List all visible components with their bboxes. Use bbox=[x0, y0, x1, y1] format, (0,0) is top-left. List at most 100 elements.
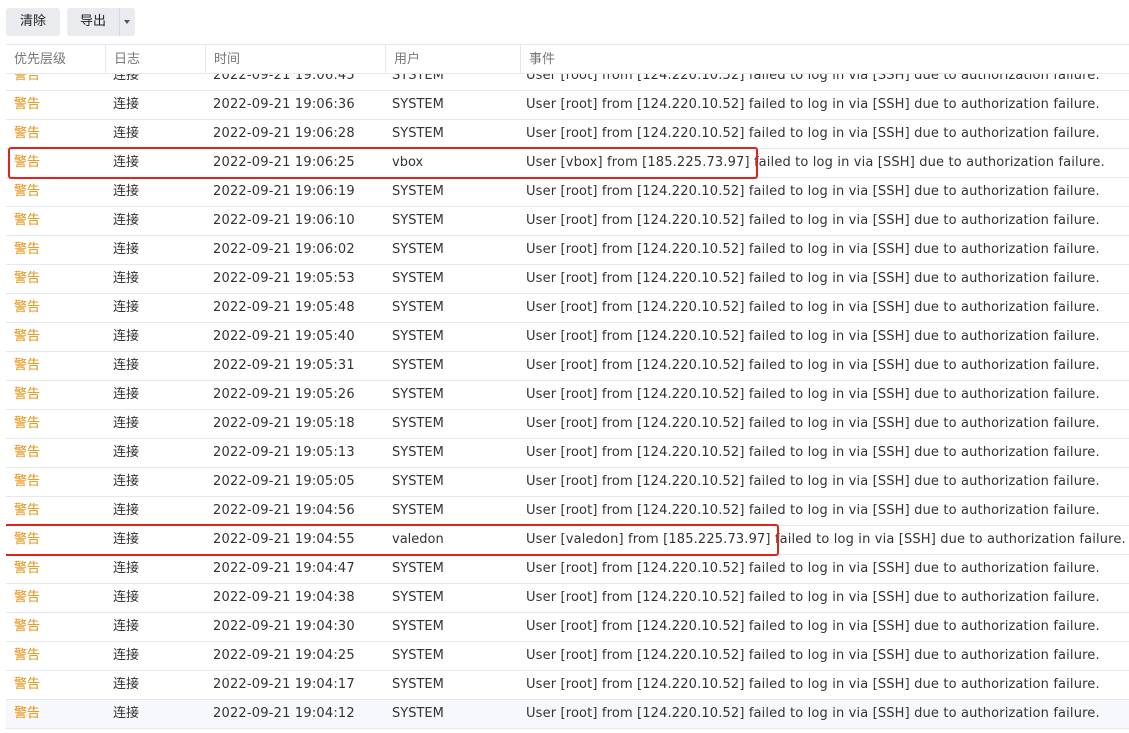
event-cell: User [root] from [124.220.10.52] failed … bbox=[526, 503, 1100, 518]
toolbar: 清除 导出 bbox=[0, 0, 1129, 44]
time-cell: 2022-09-21 19:06:02 bbox=[213, 242, 355, 257]
priority-cell: 警告 bbox=[14, 590, 41, 605]
event-cell: User [root] from [124.220.10.52] failed … bbox=[526, 416, 1100, 431]
event-cell: User [root] from [124.220.10.52] failed … bbox=[526, 561, 1100, 576]
user-cell: SYSTEM bbox=[392, 126, 444, 141]
column-header-time[interactable]: 时间 bbox=[205, 45, 385, 74]
priority-cell: 警告 bbox=[14, 213, 41, 228]
table-row[interactable]: 警告 连接 2022-09-21 19:04:56 SYSTEM User [root]… bbox=[6, 497, 1129, 526]
clear-button[interactable]: 清除 bbox=[6, 8, 60, 36]
user-cell: SYSTEM bbox=[392, 184, 444, 199]
time-cell: 2022-09-21 19:06:25 bbox=[213, 155, 355, 170]
table-row[interactable]: 警告 连接 2022-09-21 19:04:38 SYSTEM User [root]… bbox=[6, 584, 1129, 613]
event-cell: User [vbox] from [185.225.73.97] failed … bbox=[526, 155, 1105, 170]
event-cell: User [root] from [124.220.10.52] failed … bbox=[526, 648, 1100, 663]
user-cell: valedon bbox=[392, 532, 444, 547]
event-cell: User [root] from [124.220.10.52] failed … bbox=[526, 445, 1100, 460]
priority-cell: 警告 bbox=[14, 300, 41, 315]
time-cell: 2022-09-21 19:05:48 bbox=[213, 300, 355, 315]
table-row[interactable]: 警告 连接 2022-09-21 19:04:55 valedon User [vale… bbox=[6, 526, 1129, 555]
time-cell: 2022-09-21 19:04:56 bbox=[213, 503, 355, 518]
user-cell: SYSTEM bbox=[392, 561, 444, 576]
event-cell: User [root] from [124.220.10.52] failed … bbox=[526, 474, 1100, 489]
table-row[interactable]: 警告 连接 2022-09-21 19:05:13 SYSTEM User [root]… bbox=[6, 439, 1129, 468]
priority-cell: 警告 bbox=[14, 706, 41, 721]
log-cell: 连接 bbox=[113, 706, 140, 721]
user-cell: SYSTEM bbox=[392, 358, 444, 373]
user-cell: SYSTEM bbox=[392, 329, 444, 344]
priority-cell: 警告 bbox=[14, 561, 41, 576]
table-row[interactable]: 警告 连接 2022-09-21 19:04:25 SYSTEM User [root]… bbox=[6, 642, 1129, 671]
column-header-user[interactable]: 用户 bbox=[385, 45, 520, 74]
log-cell: 连接 bbox=[113, 97, 140, 112]
event-cell: User [root] from [124.220.10.52] failed … bbox=[526, 184, 1100, 199]
column-header-log[interactable]: 日志 bbox=[105, 45, 205, 74]
user-cell: SYSTEM bbox=[392, 445, 444, 460]
log-cell: 连接 bbox=[113, 503, 140, 518]
time-cell: 2022-09-21 19:04:30 bbox=[213, 619, 355, 634]
log-cell: 连接 bbox=[113, 590, 140, 605]
user-cell: SYSTEM bbox=[392, 213, 444, 228]
table-row[interactable]: 警告 连接 2022-09-21 19:05:31 SYSTEM User [root]… bbox=[6, 352, 1129, 381]
priority-cell: 警告 bbox=[14, 677, 41, 692]
column-header-priority[interactable]: 优先层级 bbox=[6, 45, 105, 74]
priority-cell: 警告 bbox=[14, 358, 41, 373]
table-row[interactable]: 警告 连接 2022-09-21 19:04:47 SYSTEM User [root]… bbox=[6, 555, 1129, 584]
export-dropdown-button[interactable] bbox=[119, 8, 135, 36]
log-cell: 连接 bbox=[113, 300, 140, 315]
user-cell: SYSTEM bbox=[392, 590, 444, 605]
time-cell: 2022-09-21 19:06:10 bbox=[213, 213, 355, 228]
table-row[interactable]: 警告 连接 2022-09-21 19:05:48 SYSTEM User [root]… bbox=[6, 294, 1129, 323]
table-row[interactable]: 警告 连接 2022-09-21 19:06:36 SYSTEM User [root]… bbox=[6, 91, 1129, 120]
event-cell: User [root] from [124.220.10.52] failed … bbox=[526, 706, 1100, 721]
table-row[interactable]: 警告 连接 2022-09-21 19:05:26 SYSTEM User [root]… bbox=[6, 381, 1129, 410]
log-cell: 连接 bbox=[113, 126, 140, 141]
priority-cell: 警告 bbox=[14, 416, 41, 431]
log-table-header: 优先层级 日志 时间 用户 事件 bbox=[6, 44, 1129, 74]
user-cell: SYSTEM bbox=[392, 387, 444, 402]
priority-cell: 警告 bbox=[14, 474, 41, 489]
export-button[interactable]: 导出 bbox=[67, 8, 119, 36]
event-cell: User [root] from [124.220.10.52] failed … bbox=[526, 213, 1100, 228]
time-cell: 2022-09-21 19:04:47 bbox=[213, 561, 355, 576]
time-cell: 2022-09-21 19:04:17 bbox=[213, 677, 355, 692]
table-row[interactable]: 警告 连接 2022-09-21 19:04:30 SYSTEM User [root]… bbox=[6, 613, 1129, 642]
table-row[interactable]: 警告 连接 2022-09-21 19:06:25 vbox User [vbox] f… bbox=[6, 149, 1129, 178]
time-cell: 2022-09-21 19:06:36 bbox=[213, 97, 355, 112]
log-cell: 连接 bbox=[113, 648, 140, 663]
table-row[interactable]: 警告 连接 2022-09-21 19:06:19 SYSTEM User [root]… bbox=[6, 178, 1129, 207]
time-cell: 2022-09-21 19:04:55 bbox=[213, 532, 355, 547]
time-cell: 2022-09-21 19:05:18 bbox=[213, 416, 355, 431]
user-cell: SYSTEM bbox=[392, 242, 444, 257]
log-cell: 连接 bbox=[113, 561, 140, 576]
log-cell: 连接 bbox=[113, 677, 140, 692]
table-row[interactable]: 警告 连接 2022-09-21 19:05:40 SYSTEM User [root]… bbox=[6, 323, 1129, 352]
log-cell: 连接 bbox=[113, 416, 140, 431]
event-cell: User [valedon] from [185.225.73.97] fail… bbox=[526, 532, 1126, 547]
time-cell: 2022-09-21 19:04:25 bbox=[213, 648, 355, 663]
time-cell: 2022-09-21 19:05:05 bbox=[213, 474, 355, 489]
table-row[interactable]: 警告 连接 2022-09-21 19:04:12 SYSTEM User [root]… bbox=[6, 700, 1129, 729]
event-cell: User [root] from [124.220.10.52] failed … bbox=[526, 242, 1100, 257]
user-cell: vbox bbox=[392, 155, 424, 170]
table-row[interactable]: 警告 连接 2022-09-21 19:06:10 SYSTEM User [root]… bbox=[6, 207, 1129, 236]
priority-cell: 警告 bbox=[14, 387, 41, 402]
time-cell: 2022-09-21 19:05:26 bbox=[213, 387, 355, 402]
table-row[interactable]: 警告 连接 2022-09-21 19:06:28 SYSTEM User [root]… bbox=[6, 120, 1129, 149]
priority-cell: 警告 bbox=[14, 184, 41, 199]
log-cell: 连接 bbox=[113, 155, 140, 170]
priority-cell: 警告 bbox=[14, 155, 41, 170]
table-row[interactable]: 警告 连接 2022-09-21 19:04:17 SYSTEM User [root]… bbox=[6, 671, 1129, 700]
chevron-down-icon bbox=[124, 20, 130, 24]
event-cell: User [root] from [124.220.10.52] failed … bbox=[526, 387, 1100, 402]
table-row[interactable]: 警告 连接 2022-09-21 19:05:18 SYSTEM User [root]… bbox=[6, 410, 1129, 439]
column-header-event[interactable]: 事件 bbox=[520, 45, 1129, 74]
priority-cell: 警告 bbox=[14, 242, 41, 257]
table-row[interactable]: 警告 连接 2022-09-21 19:05:53 SYSTEM User [root]… bbox=[6, 265, 1129, 294]
time-cell: 2022-09-21 19:05:13 bbox=[213, 445, 355, 460]
table-row[interactable]: 警告 连接 2022-09-21 19:06:02 SYSTEM User [root]… bbox=[6, 236, 1129, 265]
user-cell: SYSTEM bbox=[392, 619, 444, 634]
log-cell: 连接 bbox=[113, 358, 140, 373]
log-cell: 连接 bbox=[113, 532, 140, 547]
table-row[interactable]: 警告 连接 2022-09-21 19:05:05 SYSTEM User [root]… bbox=[6, 468, 1129, 497]
